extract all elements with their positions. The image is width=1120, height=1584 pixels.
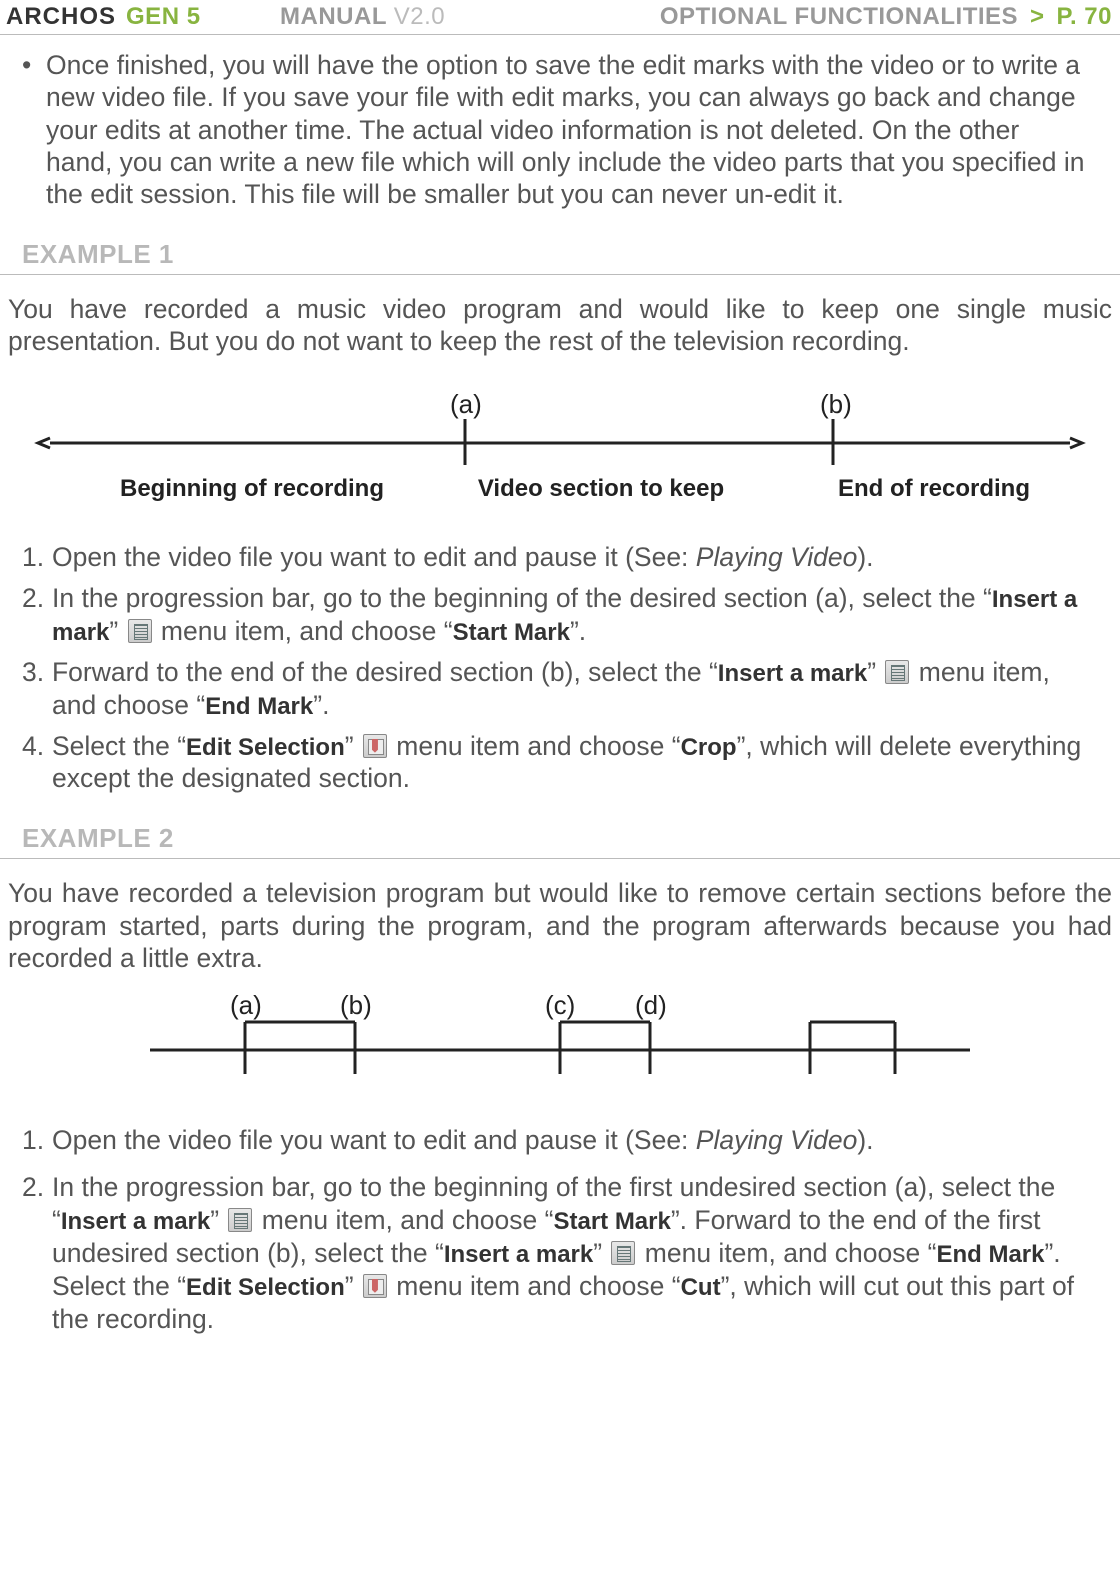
edit-selection-icon [363, 1274, 387, 1298]
insert-mark-label: Insert a mark [444, 1241, 593, 1268]
timeline-label-right: End of recording [838, 475, 1030, 503]
svg-text:(a): (a) [230, 992, 262, 1020]
edit-selection-label: Edit Selection [186, 1274, 345, 1301]
playing-video-ref: Playing Video [696, 1125, 858, 1155]
insert-mark-icon [611, 1241, 635, 1265]
section-name: OPTIONAL FUNCTIONALITIES [660, 3, 1018, 31]
insert-mark-icon [128, 619, 152, 643]
page-header: ARCHOS GEN 5 MANUAL V2.0 OPTIONAL FUNCTI… [0, 0, 1120, 34]
insert-mark-icon [228, 1208, 252, 1232]
header-divider [0, 34, 1120, 35]
manual-version: V2.0 [394, 3, 445, 30]
step-4: Select the “Edit Selection” menu item an… [22, 730, 1096, 796]
edit-selection-label: Edit Selection [186, 734, 345, 761]
t: ”. [313, 690, 329, 720]
step-3: Forward to the end of the desired sectio… [22, 656, 1096, 722]
t: menu item and choose “ [389, 731, 681, 761]
t: ). [857, 542, 873, 572]
t: Open the video file you want to edit and… [52, 542, 696, 572]
insert-mark-label: Insert a mark [718, 660, 867, 687]
example2-intro: You have recorded a television program b… [0, 877, 1120, 974]
t: ” [867, 657, 883, 687]
page-number: P. 70 [1057, 3, 1112, 31]
marker-b-label: (b) [820, 393, 852, 419]
step-1: Open the video file you want to edit and… [22, 541, 1096, 574]
end-mark-label: End Mark [205, 693, 313, 720]
start-mark-label: Start Mark [553, 1208, 670, 1235]
example1-title: EXAMPLE 1 [0, 235, 1120, 275]
crop-label: Crop [681, 734, 737, 761]
example1-intro: You have recorded a music video program … [0, 293, 1120, 358]
example1-timeline: (a) (b) Beginning of recording Video sec… [30, 393, 1090, 503]
insert-mark-label: Insert a mark [61, 1208, 210, 1235]
t: ” [210, 1205, 226, 1235]
cut-label: Cut [681, 1274, 721, 1301]
example2-steps: Open the video file you want to edit and… [0, 1096, 1120, 1335]
t: Open the video file you want to edit and… [52, 1125, 696, 1155]
svg-text:(b): (b) [340, 992, 372, 1020]
step-1: Open the video file you want to edit and… [22, 1124, 1096, 1157]
intro-text: Once finished, you will have the option … [46, 49, 1092, 211]
t: menu item, and choose “ [637, 1238, 936, 1268]
svg-text:(d): (d) [635, 992, 667, 1020]
t: Forward to the end of the desired sectio… [52, 657, 718, 687]
end-mark-label: End Mark [936, 1241, 1044, 1268]
example2-timeline: (a) (b) (c) (d) [140, 992, 980, 1086]
doc-title: MANUAL V2.0 [280, 3, 445, 31]
t: ” [593, 1238, 609, 1268]
example1-steps: Open the video file you want to edit and… [0, 513, 1120, 795]
timeline-label-mid: Video section to keep [478, 475, 724, 503]
breadcrumb-sep: > [1030, 3, 1045, 31]
t: ”. [570, 616, 586, 646]
t: In the progression bar, go to the beginn… [52, 583, 992, 613]
t: menu item, and choose “ [254, 1205, 553, 1235]
t: ” [345, 1271, 361, 1301]
manual-label: MANUAL [280, 3, 387, 30]
bullet-dot: • [22, 49, 46, 211]
brand-logo: ARCHOS [6, 3, 116, 31]
edit-selection-icon [363, 734, 387, 758]
step-2: In the progression bar, go to the beginn… [22, 582, 1096, 648]
playing-video-ref: Playing Video [696, 542, 858, 572]
marker-a-label: (a) [450, 393, 482, 419]
svg-text:(c): (c) [545, 992, 575, 1020]
t: menu item, and choose “ [154, 616, 453, 646]
timeline-label-left: Beginning of recording [120, 475, 384, 503]
t: menu item and choose “ [389, 1271, 681, 1301]
example2-title: EXAMPLE 2 [0, 819, 1120, 859]
t: ” [109, 616, 125, 646]
t: Select the “ [52, 731, 186, 761]
t: ” [345, 731, 361, 761]
product-gen: GEN 5 [126, 3, 201, 31]
insert-mark-icon [885, 660, 909, 684]
step-2: In the progression bar, go to the beginn… [22, 1171, 1096, 1335]
t: ). [857, 1125, 873, 1155]
intro-bullet: • Once finished, you will have the optio… [0, 49, 1120, 211]
start-mark-label: Start Mark [453, 619, 570, 646]
